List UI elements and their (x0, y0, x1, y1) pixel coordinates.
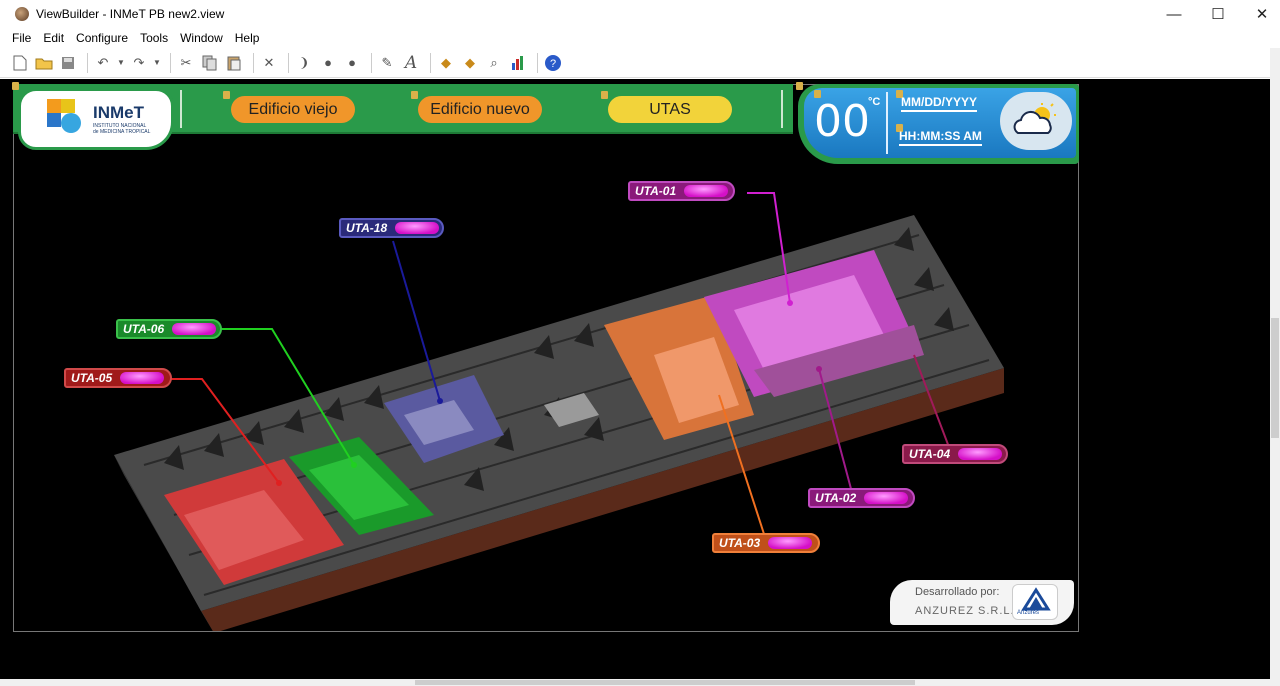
app-icon (15, 7, 29, 21)
redo-dropdown-icon[interactable]: ▼ (153, 53, 161, 73)
cut-icon[interactable]: ✂ (176, 53, 196, 73)
date-display: MM/DD/YYYY (901, 95, 978, 112)
uta-06-text: UTA-06 (123, 322, 165, 336)
edificio-viejo-button[interactable]: Edificio viejo (231, 96, 355, 123)
edificio-nuevo-button[interactable]: Edificio nuevo (418, 96, 542, 123)
search-icon[interactable]: ⌕ (484, 53, 504, 73)
toolbar-divider (170, 52, 171, 73)
pen-icon[interactable]: ✎ (377, 53, 397, 73)
uta-01-indicator (684, 185, 729, 197)
menu-help[interactable]: Help (229, 31, 266, 45)
lock-icon (12, 82, 19, 90)
menu-bar: File Edit Configure Tools Window Help (0, 28, 1280, 48)
vertical-scrollbar[interactable] (1270, 48, 1280, 686)
utas-button[interactable]: UTAS (608, 96, 732, 123)
weather-divider (886, 92, 888, 154)
uta-04-label[interactable]: UTA-04 (902, 444, 1008, 464)
tag2-icon[interactable]: ◆ (460, 53, 480, 73)
close-button[interactable]: ✕ (1240, 0, 1280, 28)
redo-icon[interactable]: ↷ (129, 53, 149, 73)
menu-edit[interactable]: Edit (37, 31, 70, 45)
uta-03-label[interactable]: UTA-03 (712, 533, 820, 553)
floor-plan-canvas (13, 84, 1079, 632)
toolbar-divider (87, 52, 88, 73)
menu-configure[interactable]: Configure (70, 31, 134, 45)
anzures-logo: Anzures (1012, 584, 1058, 620)
globe-icon[interactable]: ● (318, 53, 338, 73)
tag-icon[interactable]: ◆ (436, 53, 456, 73)
uta-03-text: UTA-03 (719, 536, 761, 550)
undo-icon[interactable]: ↶ (93, 53, 113, 73)
uta-01-label[interactable]: UTA-01 (628, 181, 735, 201)
lock-icon (796, 82, 803, 90)
toolbar-divider (371, 52, 372, 73)
svg-text:?: ? (550, 58, 556, 70)
uta-05-indicator (120, 372, 165, 384)
new-file-icon[interactable] (10, 53, 30, 73)
uta-18-label[interactable]: UTA-18 (339, 218, 444, 238)
credits-company: ANZUREZ S.R.L. (915, 605, 1015, 617)
toolbar-divider (430, 52, 431, 73)
uta-03-indicator (768, 537, 813, 549)
temperature-unit: °C (868, 96, 881, 108)
building-3d-view (114, 192, 1004, 631)
lock-icon (601, 91, 608, 99)
menu-file[interactable]: File (0, 31, 37, 45)
copy-icon[interactable] (200, 53, 220, 73)
save-icon[interactable] (58, 53, 78, 73)
maximize-button[interactable]: ☐ (1196, 0, 1240, 28)
logo-subtitle-2: de MEDICINA TROPICAL (93, 129, 151, 135)
toolbar-divider (253, 52, 254, 73)
uta-02-indicator (864, 492, 909, 504)
uta-06-label[interactable]: UTA-06 (116, 319, 222, 339)
credits-panel: Desarrollado por: ANZUREZ S.R.L. Anzures (890, 580, 1074, 625)
uta-02-text: UTA-02 (815, 491, 857, 505)
uta-05-text: UTA-05 (71, 371, 113, 385)
undo-dropdown-icon[interactable]: ▼ (117, 53, 125, 73)
font-icon[interactable]: A (401, 53, 421, 73)
credits-developed-by: Desarrollado por: (915, 586, 1000, 598)
toolbar: ↶ ▼ ↷ ▼ ✂ ✕ ❩ ● ● ✎ A ◆ ◆ ⌕ ? (0, 48, 1280, 78)
delete-icon[interactable]: ✕ (259, 53, 279, 73)
menu-tools[interactable]: Tools (134, 31, 174, 45)
temperature-value: 00 (814, 96, 870, 147)
uta-04-indicator (958, 448, 1003, 460)
cloud-sun-icon (1000, 92, 1072, 150)
uta-18-indicator (395, 222, 440, 234)
help-icon[interactable]: ? (543, 53, 563, 73)
toolbar-divider (537, 52, 538, 73)
horizontal-scrollbar[interactable] (0, 679, 1270, 686)
align-icon[interactable]: ❩ (294, 53, 314, 73)
uta-06-indicator (172, 323, 217, 335)
chart-icon[interactable] (508, 53, 528, 73)
time-display: HH:MM:SS AM (899, 129, 982, 146)
inmet-logo-mark (47, 99, 87, 139)
paste-icon[interactable] (224, 53, 244, 73)
anzures-logo-text: Anzures (1017, 610, 1040, 616)
header-divider (781, 90, 783, 128)
lock-icon (223, 91, 230, 99)
logo-main-text: INMeT (93, 103, 144, 122)
open-folder-icon[interactable] (34, 53, 54, 73)
uta-01-text: UTA-01 (635, 184, 677, 198)
uta-02-label[interactable]: UTA-02 (808, 488, 915, 508)
toolbar-divider (288, 52, 289, 73)
uta-05-label[interactable]: UTA-05 (64, 368, 172, 388)
lock-icon (411, 91, 418, 99)
sphere-icon[interactable]: ● (342, 53, 362, 73)
menu-window[interactable]: Window (174, 31, 229, 45)
uta-18-text: UTA-18 (346, 221, 388, 235)
inmet-logo: INMeT INSTITUTO NACIONAL de MEDICINA TRO… (18, 88, 174, 150)
title-bar: ViewBuilder - INMeT PB new2.view — ☐ ✕ (0, 0, 1280, 28)
header-divider (180, 90, 182, 128)
minimize-button[interactable]: — (1152, 0, 1196, 28)
uta-04-text: UTA-04 (909, 447, 951, 461)
window-title: ViewBuilder - INMeT PB new2.view (36, 7, 225, 21)
